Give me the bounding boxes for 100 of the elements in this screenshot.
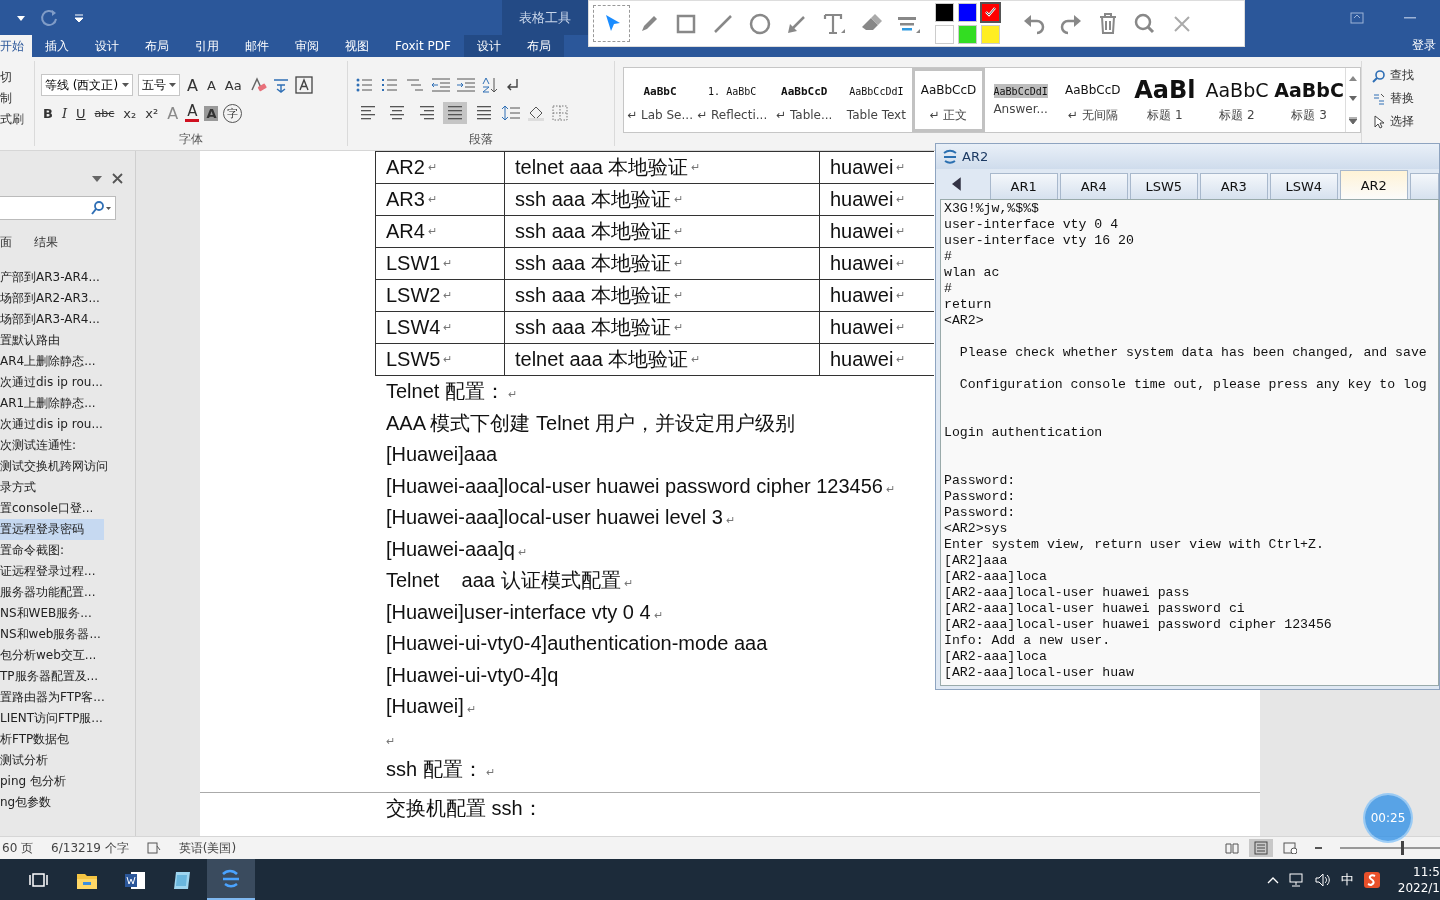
underline-button[interactable]: U [74,105,88,121]
device-tab[interactable]: AR2 [1339,170,1408,199]
heading-item[interactable]: TP服务器配置及... [0,666,104,687]
sub-button[interactable]: x₂ [121,105,139,121]
style-gallery-item[interactable]: AaBbC ↵ Lab Se... [624,68,697,132]
page-count[interactable]: 60 页 [2,839,34,857]
font-name-field[interactable]: 等线 (西文正) [41,74,133,96]
bold-button[interactable]: B [41,105,55,121]
sup-button[interactable]: x² [143,105,161,121]
color-swatch[interactable] [982,4,999,21]
ribbon-tab[interactable]: 邮件 [232,35,282,57]
borders-icon[interactable] [551,104,569,122]
align-justify-button[interactable] [443,102,467,124]
heading-item[interactable]: AR1上删除静态... [0,393,104,414]
read-mode-icon[interactable] [1225,842,1239,854]
cursor-icon[interactable] [1372,114,1386,129]
color-swatch[interactable] [936,26,953,43]
ribbon-tab[interactable]: 布局 [132,35,182,57]
chevron-up-icon[interactable] [1266,875,1279,884]
scroll-left-icon[interactable] [952,177,962,191]
ribbon-tab[interactable]: 引用 [182,35,232,57]
heading-item[interactable]: 场部到AR2-AR3... [0,288,104,309]
heading-item[interactable]: 置远程登录密码 [0,519,104,540]
font-size-field[interactable]: 五号 [138,74,180,96]
heading-item[interactable]: 置默认路由 [0,330,104,351]
caret-icon[interactable] [122,82,129,88]
proofing-icon[interactable] [146,842,161,854]
clear-format-icon[interactable] [248,76,267,94]
search-icon[interactable] [90,201,112,215]
style-gallery-item[interactable]: AaBbC 标题 2 [1200,68,1274,132]
heading-item[interactable]: 置命令截图: [0,540,104,561]
nav-tab[interactable]: 面 [0,234,12,251]
style-gallery-item[interactable]: AaBbCcDdI Answer... [984,68,1057,132]
ribbon-tab[interactable]: 布局 [513,35,564,57]
customize-icon[interactable] [74,12,84,23]
strike-button[interactable]: abc [92,106,117,120]
heading-item[interactable]: NS和WEB服务... [0,603,104,624]
close-icon[interactable] [112,173,123,184]
volume-icon[interactable] [1314,872,1331,887]
more-styles-icon[interactable] [1349,117,1358,125]
caret-icon[interactable] [169,82,176,88]
line-spacing-icon[interactable] [501,104,521,122]
clipboard-command[interactable]: 制 [0,90,34,107]
web-layout-icon[interactable] [1283,842,1297,854]
heading-item[interactable]: 置路由器为FTP客... [0,687,104,708]
search-icon[interactable] [1372,68,1386,83]
ribbon-tab[interactable]: 开始 [0,35,32,57]
decrease-indent-icon[interactable] [431,77,451,93]
find-button[interactable]: 查找 [1372,67,1440,84]
style-gallery-item[interactable]: AaBbCcD ↵ 正文 [912,68,985,132]
sign-in-link[interactable]: 登录 [1412,37,1440,57]
clipboard-command[interactable]: 切 [0,69,34,86]
heading-item[interactable]: ping 包分析 [0,771,104,792]
device-tab[interactable]: AR3 [1199,173,1268,199]
input-method-indicator[interactable]: 中 [1340,870,1354,889]
multilevel-list-icon[interactable] [406,77,426,93]
ribbon-display-icon[interactable] [1350,11,1364,24]
style-gallery-item[interactable]: AaBbCcD ↵ Table... [768,68,841,132]
device-tab[interactable]: AR4 [1059,173,1128,199]
scroll-up-icon[interactable] [1349,75,1358,81]
change-case-button[interactable]: Aa [222,77,244,93]
heading-item[interactable]: 析FTP数据包 [0,729,104,750]
select-button[interactable]: 选择 [1372,113,1440,130]
redo-icon[interactable] [40,7,60,28]
italic-button[interactable]: I [59,105,70,121]
replace-button[interactable]: 替换 [1372,90,1440,107]
character-border-icon[interactable] [294,76,313,94]
color-swatch[interactable] [959,4,976,21]
device-tab[interactable]: LSW5 [1129,173,1198,199]
style-gallery-item[interactable]: AaBbCcD ↵ 无间隔 [1056,68,1129,132]
ribbon-tab[interactable]: Foxit PDF [382,35,464,57]
heading-item[interactable]: 测试分析 [0,750,104,771]
heading-item[interactable]: AR4上删除静态... [0,351,104,372]
device-tab[interactable]: AR1 [989,173,1058,199]
nav-tab[interactable]: 结果 [34,234,58,251]
style-gallery-item[interactable]: 1. AaBbC ↵ Reflecti... [696,68,769,132]
word-count[interactable]: 6/13219 个字 [51,839,129,857]
language-status[interactable]: 英语(美国) [178,839,237,857]
color-button[interactable]: A [185,104,200,122]
heading-item[interactable]: 服务器功能配置... [0,582,104,603]
sort-icon[interactable] [481,76,499,94]
increase-indent-icon[interactable] [456,77,476,93]
heading-item[interactable]: 次通过dis ip rou... [0,414,104,435]
phonetic-guide-icon[interactable] [271,76,290,94]
heading-item[interactable]: NS和web服务器... [0,624,104,645]
ribbon-tab[interactable]: 视图 [332,35,382,57]
ribbon-tab[interactable]: 设计 [463,35,514,57]
heading-item[interactable]: LIENT访问FTP服... [0,708,104,729]
sogou-icon[interactable] [1363,871,1380,888]
ribbon-tab[interactable]: 设计 [82,35,132,57]
style-gallery-item[interactable]: AaBl 标题 1 [1128,68,1201,132]
search-field[interactable] [0,196,116,220]
ribbon-tab[interactable]: 审阅 [282,35,332,57]
color-swatch[interactable] [936,4,953,21]
network-icon[interactable] [1288,872,1305,887]
color-swatch[interactable] [959,26,976,43]
heading-item[interactable]: ng包参数 [0,792,104,813]
clipboard-command[interactable]: 式刷 [0,111,34,128]
minimize-icon[interactable] [1404,16,1416,19]
print-layout-icon[interactable] [1249,839,1273,857]
